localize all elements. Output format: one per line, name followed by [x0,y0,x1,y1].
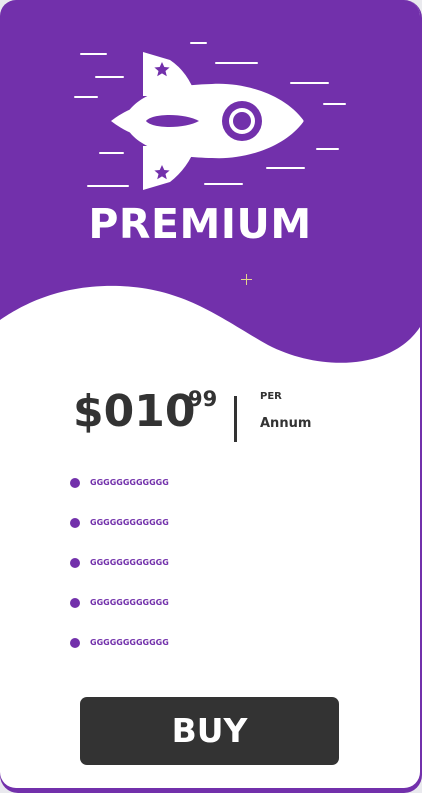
feature-text: GGGGGGGGGGGG [90,478,169,487]
bullet-dot-icon [70,558,80,568]
bullet-dot-icon [70,478,80,488]
bullet-dot-icon [70,518,80,528]
crosshair-cursor-icon [241,274,252,285]
feature-text: GGGGGGGGGGGG [90,598,169,607]
pricing-card: PREMIUM $010 99 PER Annum GGGGGGGGGGGG G… [0,0,420,788]
price-per-label: PER [260,391,282,402]
price-divider [234,396,237,442]
bullet-dot-icon [70,638,80,648]
bullet-dot-icon [70,598,80,608]
price-period: Annum [260,416,312,431]
price-cents: 99 [188,387,218,411]
feature-text: GGGGGGGGGGGG [90,518,169,527]
feature-text: GGGGGGGGGGGG [90,638,169,647]
buy-button[interactable]: BUY [80,697,339,765]
header-wave-background [0,0,420,363]
card-header: PREMIUM [0,0,420,370]
feature-text: GGGGGGGGGGGG [90,558,169,567]
plan-title: PREMIUM [88,200,312,248]
price-amount: $010 [73,386,196,437]
